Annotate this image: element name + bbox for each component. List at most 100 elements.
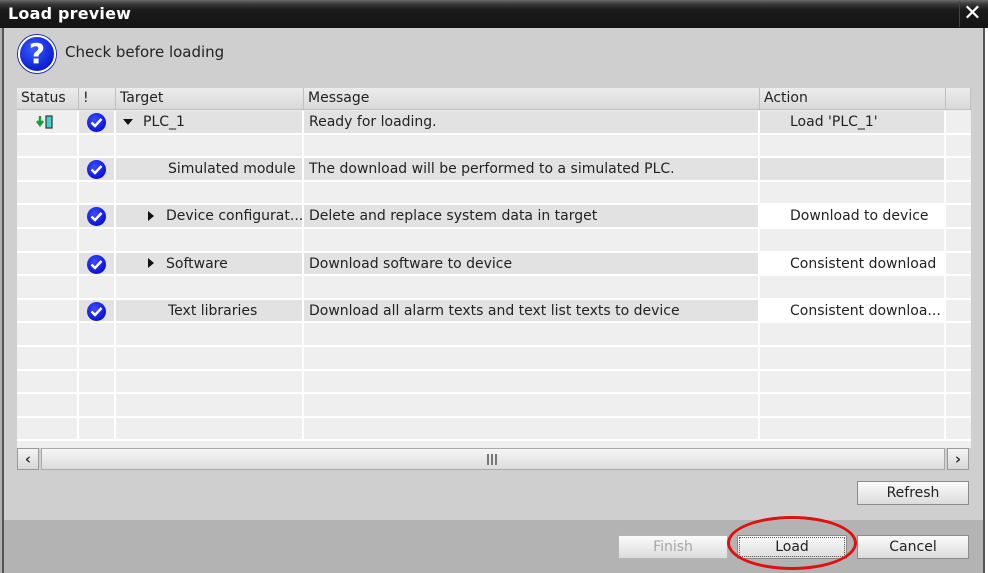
target-cell xyxy=(116,323,304,346)
check-cell xyxy=(79,205,116,228)
column-header-alert[interactable]: ! xyxy=(79,88,116,110)
column-header-target[interactable]: Target xyxy=(116,88,304,110)
status-cell xyxy=(17,181,79,204)
check-cell xyxy=(79,323,116,346)
target-label: PLC_1 xyxy=(143,114,185,130)
scroll-left-button[interactable]: ‹ xyxy=(17,448,39,470)
column-header-extra xyxy=(946,88,971,110)
message-cell: The download will be performed to a simu… xyxy=(304,158,760,181)
check-cell xyxy=(79,417,116,440)
extra-cell xyxy=(946,323,971,345)
target-label: Simulated module xyxy=(168,161,296,178)
check-cell xyxy=(79,276,116,299)
table-row-empty xyxy=(17,323,971,347)
scroll-right-button[interactable]: › xyxy=(947,448,969,470)
load-preview-table: Status ! Target Message Action PLC_1 Read… xyxy=(17,88,971,448)
message-text: The download will be performed to a simu… xyxy=(309,161,675,178)
extra-cell xyxy=(946,371,971,393)
message-cell xyxy=(304,181,760,204)
message-cell: Download all alarm texts and text list t… xyxy=(304,299,760,322)
status-cell xyxy=(17,370,79,393)
window-title: Load preview xyxy=(8,4,132,23)
extra-cell xyxy=(946,276,971,298)
expand-arrow-icon[interactable] xyxy=(148,258,154,269)
action-cell[interactable] xyxy=(760,158,946,181)
expand-arrow-icon[interactable] xyxy=(148,210,154,221)
status-cell xyxy=(17,205,79,228)
horizontal-scrollbar[interactable]: ‹ › xyxy=(17,448,971,470)
check-icon xyxy=(87,160,106,180)
action-value: Load 'PLC_1' xyxy=(790,114,878,130)
table-row[interactable]: Simulated module The download will be per… xyxy=(17,158,971,182)
extra-cell xyxy=(946,300,971,322)
dialog-heading: Check before loading xyxy=(65,43,225,61)
message-cell: Delete and replace system data in target xyxy=(304,205,760,228)
table-row-empty xyxy=(17,347,971,371)
target-label: Software xyxy=(166,255,228,272)
message-cell xyxy=(304,276,760,299)
message-text: Download all alarm texts and text list t… xyxy=(309,302,680,319)
message-cell xyxy=(304,347,760,369)
table-row[interactable]: Device configurat... Delete and replace s… xyxy=(17,205,971,229)
table-row-empty xyxy=(17,417,971,442)
status-cell xyxy=(17,347,79,369)
message-cell xyxy=(304,323,760,346)
check-cell xyxy=(79,299,116,322)
status-cell xyxy=(17,394,79,417)
collapse-arrow-icon[interactable] xyxy=(123,118,133,125)
check-icon xyxy=(87,113,106,132)
extra-cell xyxy=(946,253,971,275)
action-cell xyxy=(760,276,946,299)
target-cell xyxy=(116,394,304,417)
message-text: Delete and replace system data in target xyxy=(309,208,598,225)
action-cell[interactable]: Load 'PLC_1' xyxy=(760,111,946,133)
status-cell xyxy=(17,299,79,322)
target-label: Text libraries xyxy=(168,302,258,319)
close-button[interactable]: ✕ xyxy=(959,1,985,27)
target-cell: Text libraries xyxy=(116,299,304,322)
table-row[interactable]: PLC_1 Ready for loading. Load 'PLC_1' xyxy=(17,111,971,135)
table-row[interactable]: Software Download software to device Consi… xyxy=(17,252,971,277)
table-row[interactable]: Text libraries Download all alarm texts a… xyxy=(17,299,971,324)
extra-cell xyxy=(946,205,971,227)
extra-cell xyxy=(946,182,971,204)
check-cell xyxy=(79,394,116,417)
action-cell[interactable]: Consistent downloa... xyxy=(760,299,946,322)
action-cell[interactable]: Download to device xyxy=(760,205,946,228)
action-cell xyxy=(760,394,946,417)
status-cell xyxy=(17,252,79,275)
extra-cell xyxy=(946,111,971,133)
target-cell: Device configurat... xyxy=(116,205,304,228)
scroll-thumb-grip[interactable] xyxy=(487,454,497,465)
action-cell xyxy=(760,417,946,440)
column-header-action[interactable]: Action xyxy=(760,88,946,110)
action-cell[interactable]: Consistent download xyxy=(760,252,946,275)
column-header-message[interactable]: Message xyxy=(304,88,760,110)
title-bar: Load preview ✕ xyxy=(0,0,988,28)
check-icon xyxy=(87,207,106,227)
extra-cell xyxy=(946,158,971,180)
action-cell xyxy=(760,134,946,157)
check-icon xyxy=(87,254,106,274)
message-cell xyxy=(304,229,760,251)
cancel-button[interactable]: Cancel xyxy=(857,535,969,559)
action-cell xyxy=(760,347,946,369)
scroll-track[interactable] xyxy=(41,448,945,470)
refresh-button[interactable]: Refresh xyxy=(857,481,969,505)
action-cell xyxy=(760,370,946,393)
target-label: Device configurat... xyxy=(166,208,304,225)
status-cell xyxy=(17,158,79,181)
check-cell xyxy=(79,252,116,275)
window-edge xyxy=(983,28,988,573)
target-cell xyxy=(116,134,304,157)
extra-cell xyxy=(946,347,971,369)
extra-cell xyxy=(946,135,971,157)
column-header-status[interactable]: Status xyxy=(17,88,79,110)
action-cell xyxy=(760,229,946,251)
extra-cell xyxy=(946,394,971,416)
check-icon xyxy=(87,301,106,321)
finish-button[interactable]: Finish xyxy=(618,535,728,559)
action-value: Consistent downloa... xyxy=(790,302,941,319)
table-row-empty xyxy=(17,370,971,395)
load-button[interactable]: Load xyxy=(737,535,847,559)
